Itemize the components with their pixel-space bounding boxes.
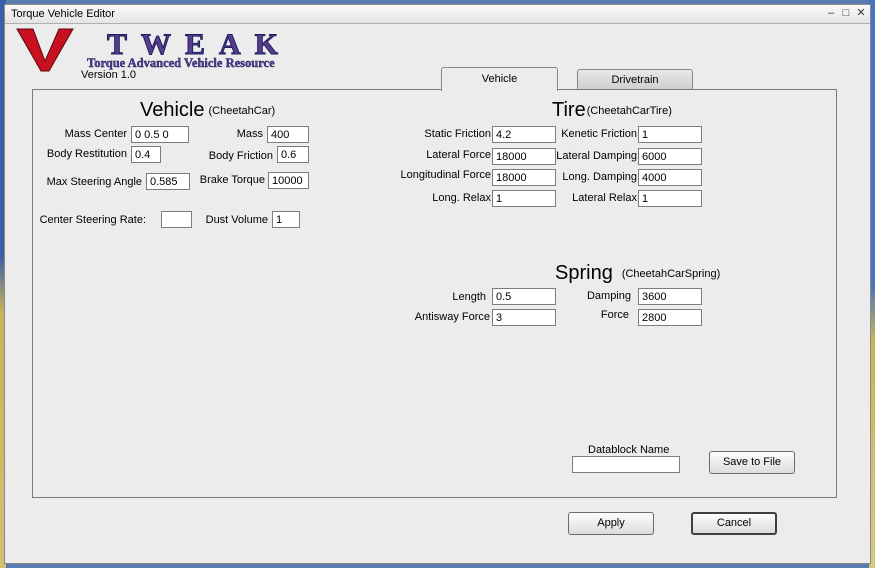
mass-field[interactable]	[267, 126, 309, 143]
vehicle-datablock-name: (CheetahCar)	[208, 104, 276, 117]
length-field[interactable]	[492, 288, 556, 305]
dust-volume-label: Dust Volume	[205, 214, 268, 226]
kenetic-friction-field[interactable]	[638, 126, 702, 143]
longitudinal-force-label: Longitudinal Force	[400, 169, 491, 181]
body-restitution-field[interactable]	[131, 146, 161, 163]
body-friction-label: Body Friction	[208, 150, 273, 162]
save-to-file-button[interactable]: Save to File	[709, 451, 795, 474]
cancel-button[interactable]: Cancel	[691, 512, 777, 535]
force-field[interactable]	[638, 309, 702, 326]
lateral-force-field[interactable]	[492, 148, 556, 165]
lateral-damping-field[interactable]	[638, 148, 702, 165]
lateral-damping-label: Lateral Damping	[556, 150, 637, 162]
vehicle-heading: Vehicle (CheetahCar)	[140, 99, 275, 122]
static-friction-field[interactable]	[492, 126, 556, 143]
apply-button[interactable]: Apply	[568, 512, 654, 535]
vtweak-logo: TWEAK Torque Advanced Vehicle Resource	[16, 28, 279, 72]
damping-field[interactable]	[638, 288, 702, 305]
lateral-force-label: Lateral Force	[426, 149, 491, 161]
long-damping-label: Long. Damping	[562, 171, 637, 183]
long-relax-label: Long. Relax	[432, 192, 491, 204]
static-friction-label: Static Friction	[424, 128, 491, 140]
tire-heading-text: Tire	[552, 99, 586, 121]
close-icon[interactable]: ✕	[855, 7, 867, 19]
vehicle-tab-panel: Vehicle(CheetahCar) Mass Center Mass Bod…	[32, 89, 837, 498]
long-damping-field[interactable]	[638, 169, 702, 186]
max-steering-angle-field[interactable]	[146, 173, 190, 190]
damping-label: Damping	[586, 290, 631, 302]
brake-torque-label: Brake Torque	[199, 174, 265, 186]
version-label: Version 1.0	[81, 69, 137, 81]
mass-center-label: Mass Center	[64, 128, 127, 140]
body-restitution-label: Body Restitution	[46, 148, 127, 160]
long-relax-field[interactable]	[492, 190, 556, 207]
center-steering-rate-field[interactable]	[161, 211, 192, 228]
mass-label: Mass	[236, 128, 263, 140]
kenetic-friction-label: Kenetic Friction	[561, 128, 637, 140]
vehicle-heading-text: Vehicle	[140, 99, 205, 121]
title-bar[interactable]: Torque Vehicle Editor – □ ✕	[5, 5, 870, 24]
length-label: Length	[452, 291, 486, 303]
body-friction-field[interactable]	[277, 146, 309, 163]
longitudinal-force-field[interactable]	[492, 169, 556, 186]
dust-volume-field[interactable]	[272, 211, 300, 228]
minimize-icon[interactable]: –	[825, 7, 837, 19]
tire-datablock-name: (CheetahCarTire)	[586, 104, 672, 117]
brake-torque-field[interactable]	[268, 172, 309, 189]
antisway-force-field[interactable]	[492, 309, 556, 326]
antisway-force-label: Antisway Force	[414, 311, 490, 323]
max-steering-angle-label: Max Steering Angle	[46, 176, 142, 188]
datablock-name-field[interactable]	[572, 456, 680, 473]
spring-heading: Spring (CheetahCarSpring)	[555, 262, 720, 285]
tire-heading: Tire(CheetahCarTire)	[552, 99, 672, 122]
logo-tagline: Torque Advanced Vehicle Resource	[87, 56, 275, 70]
spring-heading-text: Spring	[555, 262, 613, 284]
lateral-relax-field[interactable]	[638, 190, 702, 207]
center-steering-rate-label: Center Steering Rate:	[39, 214, 146, 226]
tab-drivetrain[interactable]: Drivetrain	[577, 69, 693, 89]
lateral-relax-label: Lateral Relax	[572, 192, 637, 204]
tab-vehicle[interactable]: Vehicle	[441, 67, 558, 91]
maximize-icon[interactable]: □	[840, 7, 852, 19]
editor-window: Torque Vehicle Editor – □ ✕ TWEAK Torque…	[4, 4, 871, 564]
force-label: Force	[600, 309, 629, 321]
spring-datablock-name: (CheetahCarSpring)	[621, 267, 721, 280]
mass-center-field[interactable]	[131, 126, 189, 143]
datablock-name-label: Datablock Name	[588, 444, 670, 456]
window-title: Torque Vehicle Editor	[11, 8, 115, 20]
